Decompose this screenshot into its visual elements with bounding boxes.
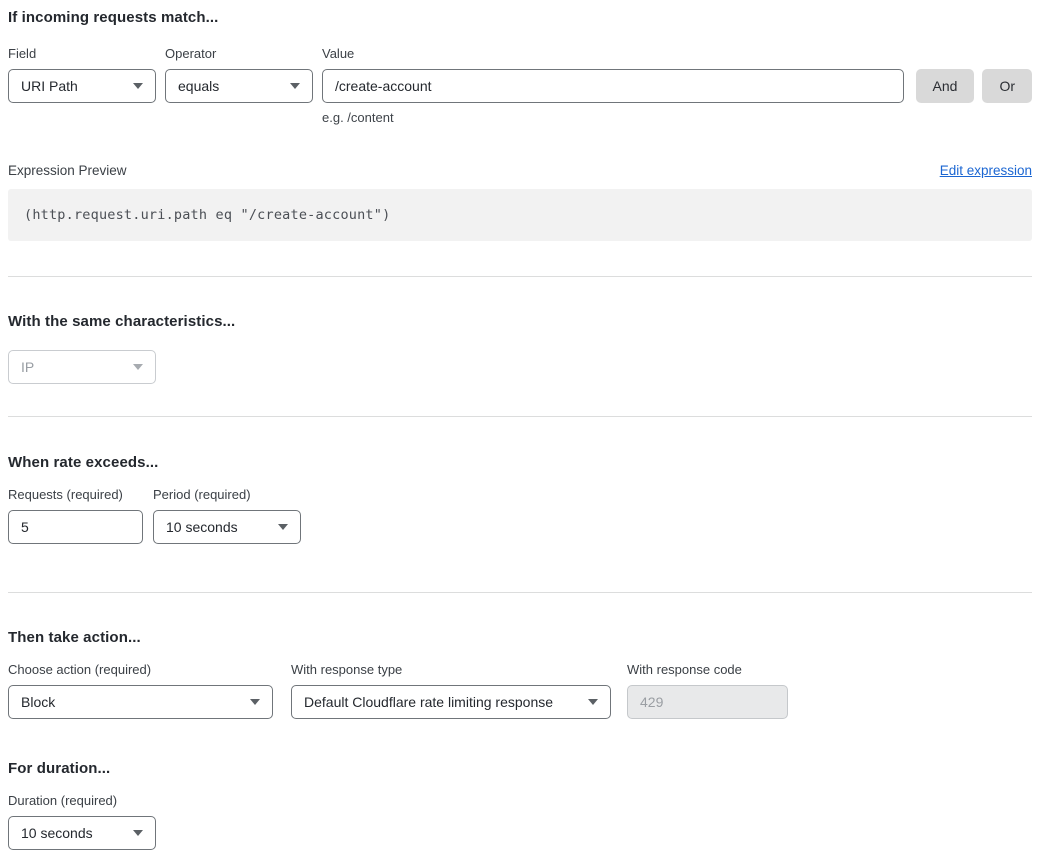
requests-label: Requests (required) (8, 487, 143, 503)
operator-select-value: equals (178, 78, 219, 94)
caret-down-icon (278, 524, 288, 530)
edit-expression-link[interactable]: Edit expression (940, 163, 1032, 178)
rate-section-heading: When rate exceeds... (8, 454, 1032, 471)
action-section-heading: Then take action... (8, 629, 1032, 646)
caret-down-icon (133, 364, 143, 370)
expression-preview-code: (http.request.uri.path eq "/create-accou… (24, 207, 390, 223)
response-type-label: With response type (291, 662, 611, 678)
expression-preview-header: Expression Preview Edit expression (8, 163, 1032, 178)
duration-section-heading: For duration... (8, 760, 1032, 777)
caret-down-icon (588, 699, 598, 705)
value-input[interactable] (322, 69, 904, 103)
duration-select[interactable]: 10 seconds (8, 816, 156, 850)
expression-preview-label: Expression Preview (8, 163, 127, 178)
response-code-label: With response code (627, 662, 788, 678)
section-divider (8, 592, 1032, 593)
operator-select[interactable]: equals (165, 69, 313, 103)
field-label: Field (8, 46, 156, 62)
characteristic-select-value: IP (21, 359, 34, 375)
field-select[interactable]: URI Path (8, 69, 156, 103)
caret-down-icon (250, 699, 260, 705)
duration-label: Duration (required) (8, 793, 1032, 809)
section-divider (8, 276, 1032, 277)
value-hint: e.g. /content (322, 110, 904, 125)
section-divider (8, 416, 1032, 417)
response-type-select-value: Default Cloudflare rate limiting respons… (304, 694, 553, 710)
field-select-value: URI Path (21, 78, 78, 94)
response-type-select[interactable]: Default Cloudflare rate limiting respons… (291, 685, 611, 719)
action-select-value: Block (21, 694, 55, 710)
characteristics-section-heading: With the same characteristics... (8, 313, 1032, 330)
rate-row: Requests (required) Period (required) 10… (8, 487, 1032, 544)
caret-down-icon (290, 83, 300, 89)
period-select-value: 10 seconds (166, 519, 238, 535)
duration-group: Duration (required) 10 seconds (8, 793, 1032, 850)
period-select[interactable]: 10 seconds (153, 510, 301, 544)
duration-select-value: 10 seconds (21, 825, 93, 841)
condition-row: Field URI Path Operator equals Value e.g… (8, 46, 1032, 125)
or-button[interactable]: Or (982, 69, 1032, 103)
caret-down-icon (133, 83, 143, 89)
and-button[interactable]: And (916, 69, 975, 103)
requests-input[interactable] (8, 510, 143, 544)
caret-down-icon (133, 830, 143, 836)
operator-label: Operator (165, 46, 313, 62)
action-select[interactable]: Block (8, 685, 273, 719)
expression-preview-box: (http.request.uri.path eq "/create-accou… (8, 189, 1032, 241)
characteristic-select: IP (8, 350, 156, 384)
value-label: Value (322, 46, 904, 62)
action-row: Choose action (required) Block With resp… (8, 662, 1032, 719)
response-code-input (627, 685, 788, 719)
period-label: Period (required) (153, 487, 301, 503)
choose-action-label: Choose action (required) (8, 662, 273, 678)
match-section-heading: If incoming requests match... (8, 9, 1032, 26)
